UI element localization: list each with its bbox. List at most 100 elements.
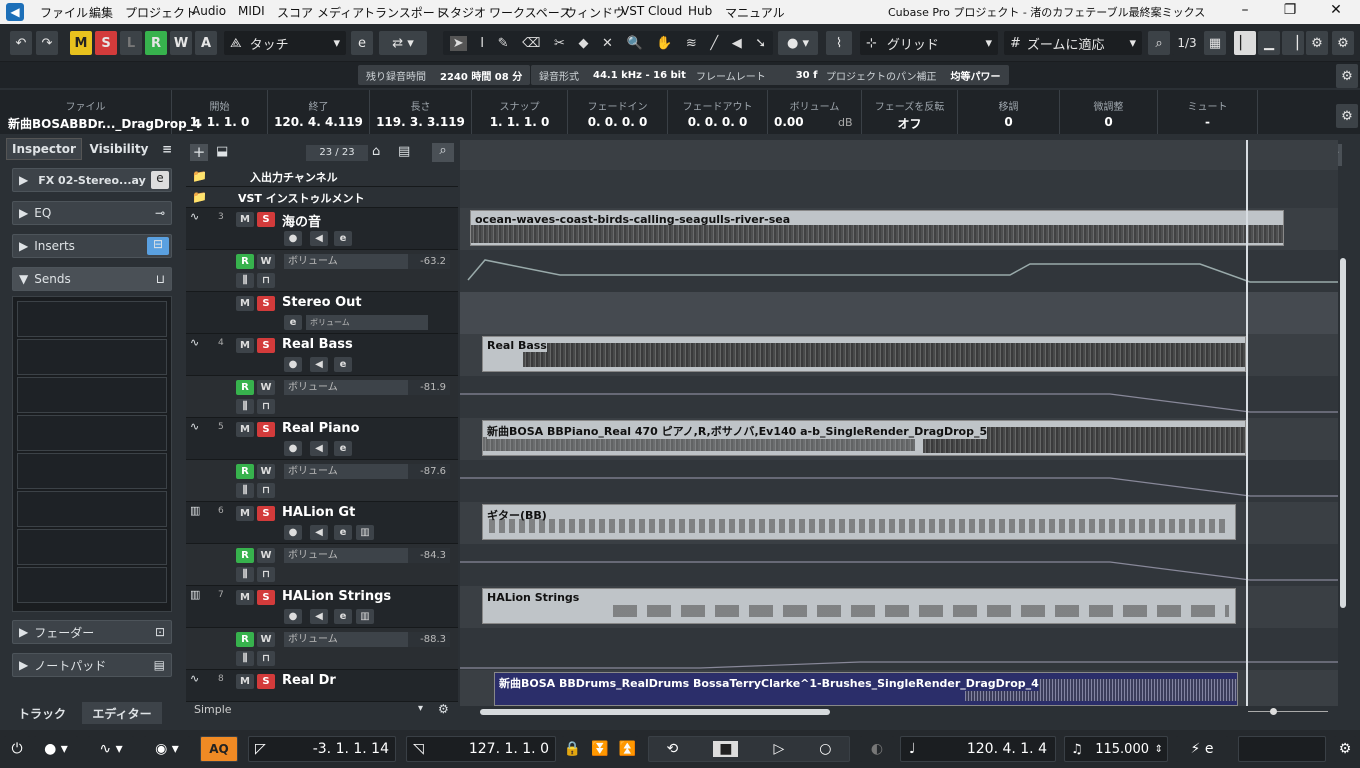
inserts-bypass-icon[interactable]: ⊟ <box>147 237 169 255</box>
midi-event[interactable]: HALion Strings <box>482 588 1236 624</box>
inserts-section[interactable]: ▶ Inserts ⊟ <box>12 234 172 258</box>
gear-icon[interactable]: ⚙ <box>438 702 449 716</box>
show-lanes-icon[interactable]: ⫼ <box>236 399 254 414</box>
menu-edit[interactable]: 編集 <box>89 4 113 21</box>
timewarp-tool-icon[interactable]: ≋ <box>686 36 697 51</box>
snap-toggle-icon[interactable]: ⌇ <box>826 31 852 55</box>
pan-law-status[interactable]: プロジェクトのパン補正 均等パワー <box>818 65 1009 85</box>
tab-visibility[interactable]: Visibility <box>84 138 154 160</box>
read-button[interactable]: R <box>236 632 254 647</box>
minimize-icon[interactable]: – <box>1225 2 1265 22</box>
lock-icon[interactable]: ⊓ <box>257 567 275 582</box>
settings-gear-icon[interactable]: ⚙ <box>1306 31 1328 55</box>
write-button[interactable]: W <box>257 254 275 269</box>
send-slot[interactable] <box>17 377 167 413</box>
vertical-scrollbar[interactable] <box>1338 168 1348 708</box>
edit-channel-icon[interactable]: e <box>284 315 302 330</box>
punch-in-icon[interactable]: ⏬ <box>591 741 608 757</box>
project-cursor[interactable] <box>1246 140 1248 706</box>
add-track-icon[interactable]: + <box>190 144 208 161</box>
automation-track[interactable]: R W ボリューム -81.9 ⫼ ⊓ <box>186 376 458 418</box>
automation-param[interactable]: ボリューム <box>284 548 408 563</box>
track-name[interactable]: Real Bass <box>282 337 353 352</box>
glue-tool-icon[interactable]: ◆ <box>578 36 588 51</box>
write-button[interactable]: W <box>257 380 275 395</box>
project-window[interactable]: ocean-waves-coast-birds-calling-seagulls… <box>460 140 1338 706</box>
info-mute[interactable]: ミュート - <box>1158 90 1258 134</box>
automation-value[interactable]: -63.2 <box>408 254 450 269</box>
write-button[interactable]: W <box>257 632 275 647</box>
midi-event[interactable]: ギター(BB) <box>482 504 1236 540</box>
record-enable-icon[interactable]: ● <box>284 609 302 624</box>
mute-button[interactable]: M <box>236 422 254 437</box>
record-enable-icon[interactable]: ● <box>284 525 302 540</box>
mute-button[interactable]: M <box>236 506 254 521</box>
track-header[interactable]: ▥ 6 M S HALion Gt ● ◀ e ▥ <box>186 502 458 544</box>
list-icon[interactable]: ▤ <box>398 144 410 159</box>
monitor-icon[interactable]: ◀ <box>310 525 328 540</box>
automation-param[interactable]: ボリューム <box>284 380 408 395</box>
send-slot[interactable] <box>17 339 167 375</box>
fx-channel-section[interactable]: ▶ FX 02-Stereo...ay e <box>12 168 172 192</box>
menu-project[interactable]: プロジェクト <box>125 4 197 21</box>
audio-mode-button[interactable]: ∿ ▾ <box>88 736 134 762</box>
tempo-display[interactable]: ♫ 115.000 ⇕ <box>1064 736 1168 762</box>
activate-project-icon[interactable]: ⏻ <box>4 736 30 762</box>
edit-channel-icon[interactable]: e <box>334 609 352 624</box>
snap-type-select[interactable]: ⊹ グリッド ▾ <box>860 31 998 55</box>
send-slot[interactable] <box>17 491 167 527</box>
split-tool-icon[interactable]: ✂ <box>554 36 565 51</box>
audio-event[interactable]: ocean-waves-coast-birds-calling-seagulls… <box>470 210 1284 246</box>
volume-automation-curve[interactable] <box>460 544 1338 586</box>
solo-button[interactable]: S <box>257 296 275 311</box>
hand-tool-icon[interactable]: ✋ <box>656 36 672 51</box>
redo-icon[interactable]: ↷ <box>36 31 58 55</box>
track-header[interactable]: ▥ 7 M S HALion Strings ● ◀ e ▥ <box>186 586 458 628</box>
info-fade-out[interactable]: フェードアウト 0. 0. 0. 0 <box>668 90 768 134</box>
read-state-button[interactable]: R <box>145 31 167 55</box>
solo-button[interactable]: S <box>257 590 275 605</box>
search-icon[interactable]: ⌕ <box>432 143 454 162</box>
punch-mode-button[interactable]: ◉ ▾ <box>144 736 190 762</box>
horizontal-scrollbar[interactable] <box>468 706 1228 718</box>
menu-workspace[interactable]: ワークスペース <box>489 4 571 21</box>
eraser-tool-icon[interactable]: ⌫ <box>522 36 540 51</box>
folder-track-io[interactable]: 📁 入出力チャンネル <box>186 166 458 187</box>
volume-automation-curve[interactable] <box>460 376 1338 418</box>
send-slot[interactable] <box>17 567 167 603</box>
track-header[interactable]: ∿ 5 M S Real Piano ● ◀ e <box>186 418 458 460</box>
arrow-tool-icon[interactable]: ➤ <box>449 35 467 51</box>
menu-window[interactable]: ウィンドウ <box>565 4 625 21</box>
read-button[interactable]: R <box>236 380 254 395</box>
edit-channel-icon[interactable]: e <box>334 231 352 246</box>
pencil-tool-icon[interactable]: ✎ <box>498 36 509 51</box>
undo-icon[interactable]: ↶ <box>10 31 32 55</box>
read-button[interactable]: R <box>236 464 254 479</box>
automation-value[interactable]: -87.6 <box>408 464 450 479</box>
stepper-icon[interactable]: ⇕ <box>1155 744 1163 755</box>
mute-button[interactable]: M <box>236 590 254 605</box>
menu-hub[interactable]: Hub <box>688 4 712 18</box>
notepad-section[interactable]: ▶ ノートパッド ▤ <box>12 653 172 677</box>
solo-button[interactable]: S <box>257 422 275 437</box>
write-button[interactable]: W <box>257 548 275 563</box>
record-enable-icon[interactable]: ● <box>284 231 302 246</box>
info-finetune[interactable]: 微調整 0 <box>1060 90 1158 134</box>
automation-value[interactable]: -81.9 <box>408 380 450 395</box>
send-slot[interactable] <box>17 301 167 337</box>
track-preset-label[interactable]: Simple <box>194 703 232 716</box>
metronome-toggle-icon[interactable]: ◐ <box>860 736 894 762</box>
info-transpose[interactable]: 移調 0 <box>958 90 1060 134</box>
edit-channel-icon[interactable]: e <box>151 171 169 189</box>
show-lanes-icon[interactable]: ⫼ <box>236 567 254 582</box>
close-icon[interactable]: ✕ <box>1316 2 1356 22</box>
lock-icon[interactable]: ⊓ <box>257 273 275 288</box>
record-icon[interactable]: ○ <box>819 741 831 757</box>
zoom-handle[interactable] <box>1270 708 1277 715</box>
zoom-tool-icon[interactable]: 🔍 <box>626 36 642 51</box>
automation-value[interactable]: -84.3 <box>408 548 450 563</box>
edit-channel-icon[interactable]: e <box>334 357 352 372</box>
info-length[interactable]: 長さ 119. 3. 3.119 <box>370 90 472 134</box>
instrument-editor-icon[interactable]: ▥ <box>356 609 374 624</box>
solo-state-button[interactable]: S <box>95 31 117 55</box>
